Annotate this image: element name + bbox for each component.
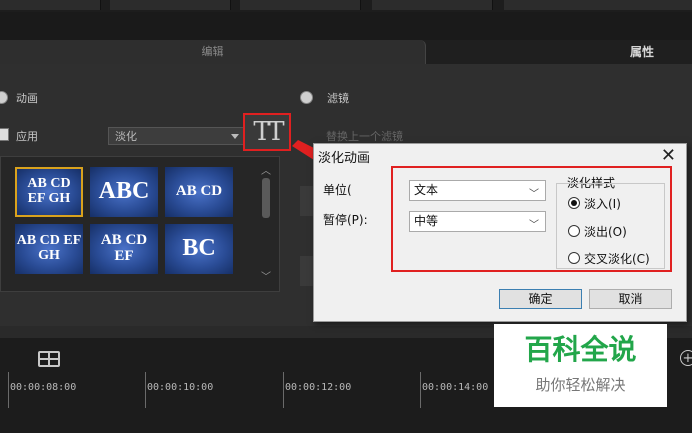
time-label: 00:00:08:00 — [10, 382, 77, 393]
chevron-down-icon[interactable]: ﹀ — [261, 268, 271, 283]
thumbnail-3[interactable]: AB CD — [165, 167, 233, 217]
apply-checkbox[interactable] — [0, 128, 9, 141]
thumbnail-1[interactable]: AB CD EF GH — [15, 167, 83, 217]
dialog-title: 淡化动画 — [318, 151, 371, 166]
top-strip — [0, 0, 692, 12]
time-label: 00:00:10:00 — [147, 382, 214, 393]
thumbnail-text: AB CD EF — [100, 232, 148, 264]
thumbnail-6[interactable]: BC — [165, 224, 233, 274]
gallery-scrollbar[interactable] — [262, 178, 270, 218]
close-icon[interactable]: ✕ — [661, 145, 676, 166]
animation-label: 动画 — [16, 92, 38, 105]
watermark-subtitle: 助你轻松解决 — [535, 376, 626, 394]
filter-radio[interactable] — [300, 91, 313, 104]
cancel-button[interactable]: 取消 — [589, 289, 672, 309]
thumbnail-5[interactable]: AB CD EF — [90, 224, 158, 274]
thumbnail-text: AB CD EF GH — [16, 233, 82, 263]
time-label: 00:00:12:00 — [285, 382, 352, 393]
pause-label: 暂停(P): — [323, 213, 368, 227]
tab-edit[interactable]: 编辑 — [0, 40, 426, 64]
ruler-tick — [420, 372, 421, 408]
text-animation-button[interactable]: TT — [243, 113, 291, 151]
ruler-tick — [8, 372, 9, 408]
thumbnail-text: BC — [182, 235, 216, 262]
ok-button[interactable]: 确定 — [499, 289, 582, 309]
highlight-box — [391, 166, 672, 272]
tab-properties[interactable]: 属性 — [600, 40, 692, 64]
time-label: 00:00:14:00 — [422, 382, 489, 393]
chevron-up-icon[interactable]: ︿ — [261, 162, 271, 177]
text-style-icon: TT — [253, 117, 284, 147]
apply-label: 应用 — [16, 130, 38, 143]
filter-label: 滤镜 — [327, 92, 349, 105]
toolbar — [0, 12, 692, 41]
watermark-title: 百科全说 — [524, 333, 637, 366]
unit-label: 单位( — [323, 183, 352, 197]
chevron-down-icon — [231, 134, 239, 139]
grid-view-icon[interactable] — [38, 351, 60, 367]
ruler-tick — [283, 372, 284, 408]
thumbnail-4[interactable]: AB CD EF GH — [15, 224, 83, 274]
thumbnail-text: AB CD — [175, 183, 223, 200]
thumbnail-2[interactable]: ABC — [90, 167, 158, 217]
transition-select[interactable]: 淡化 — [108, 127, 246, 145]
add-icon[interactable]: + — [680, 350, 692, 366]
thumbnail-text: AB CD EF GH — [27, 176, 71, 206]
transition-value: 淡化 — [115, 130, 137, 143]
ruler-tick — [145, 372, 146, 408]
thumbnail-text: ABC — [98, 178, 150, 205]
watermark: 百科全说 助你轻松解决 — [494, 324, 667, 407]
